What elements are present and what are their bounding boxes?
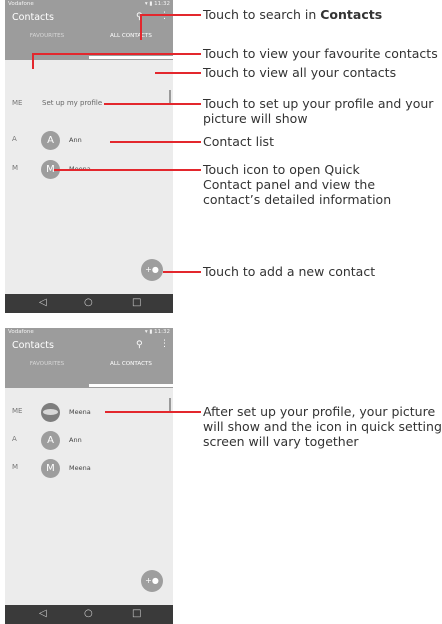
tab-all-contacts[interactable]: ALL CONTACTS: [89, 33, 173, 39]
add-contact-icon[interactable]: +●: [141, 570, 163, 592]
section-letter: M: [12, 164, 19, 172]
section-letter: ME: [12, 99, 23, 107]
nav-bar: ◁ ○ □: [5, 294, 173, 313]
avatar[interactable]: M: [41, 459, 60, 478]
home-icon[interactable]: ○: [84, 608, 93, 619]
more-icon[interactable]: ⋮: [160, 11, 169, 21]
search-icon[interactable]: ⚲: [136, 340, 143, 350]
callout-line-favourites-drop: [32, 53, 34, 69]
callout-line-add-contact: [163, 271, 201, 273]
annotation-profile-photo: After set up your profile, your picture w…: [203, 404, 442, 449]
contacts-screen-top: Vodafone ▾ ▮ 11:32 Contacts ⚲ ⋮ FAVOURIT…: [5, 0, 173, 313]
home-icon[interactable]: ○: [84, 297, 93, 308]
status-icons: ▾ ▮ 11:32: [144, 1, 170, 7]
callout-line-search: [140, 14, 201, 16]
more-icon[interactable]: ⋮: [160, 339, 169, 349]
avatar[interactable]: A: [41, 431, 60, 450]
callout-line-all-contacts: [155, 72, 201, 74]
section-letter: A: [12, 435, 17, 443]
back-icon[interactable]: ◁: [39, 297, 47, 308]
nav-bar: ◁ ○ □: [5, 605, 173, 624]
active-tab-indicator: [89, 384, 173, 387]
tab-all-contacts[interactable]: ALL CONTACTS: [89, 361, 173, 367]
app-title: Contacts: [12, 340, 54, 351]
recents-icon[interactable]: □: [132, 608, 141, 619]
contact-name: Meena: [69, 408, 91, 416]
status-time: 11:32: [154, 1, 170, 7]
contact-row[interactable]: M M Meena: [5, 456, 173, 482]
annotation-add-contact: Touch to add a new contact: [203, 264, 376, 279]
tab-favourites[interactable]: FAVOURITES: [5, 33, 89, 39]
carrier-label: Vodafone: [8, 329, 34, 335]
section-letter: M: [12, 463, 19, 471]
callout-line-profile-photo: [105, 411, 201, 413]
add-contact-icon[interactable]: +●: [141, 259, 163, 281]
callout-line-contact-list: [110, 141, 201, 143]
tab-favourites[interactable]: FAVOURITES: [5, 361, 89, 367]
back-icon[interactable]: ◁: [39, 608, 47, 619]
callout-line-quick-contact: [54, 169, 201, 171]
profile-row[interactable]: ME Set up my profile: [5, 92, 173, 118]
callout-line-profile: [104, 103, 201, 105]
callout-line-favourites: [32, 53, 201, 55]
carrier-label: Vodafone: [8, 1, 34, 7]
contacts-screen-bottom: Vodafone ▾ ▮ 11:32 Contacts ⚲ ⋮ FAVOURIT…: [5, 328, 173, 624]
active-tab-indicator: [89, 56, 173, 59]
contact-name: Ann: [69, 136, 82, 144]
contact-name: Meena: [69, 464, 91, 472]
callout-line-search-drop: [140, 14, 142, 40]
setup-profile-link[interactable]: Set up my profile: [42, 99, 102, 107]
contact-name: Ann: [69, 436, 82, 444]
status-bar: Vodafone ▾ ▮ 11:32: [5, 0, 173, 9]
profile-photo[interactable]: [41, 403, 60, 422]
status-icons: ▾ ▮ 11:32: [144, 329, 170, 335]
section-letter: A: [12, 135, 17, 143]
profile-row[interactable]: ME Meena: [5, 400, 173, 426]
recents-icon[interactable]: □: [132, 297, 141, 308]
annotation-search: Touch to search in Contacts: [203, 7, 383, 22]
contact-row[interactable]: A A Ann: [5, 428, 173, 454]
annotation-all-contacts: Touch to view all your contacts: [203, 65, 397, 80]
status-time: 11:32: [154, 329, 170, 335]
annotation-quick-contact: Touch icon to open Quick Contact panel an…: [203, 162, 392, 207]
annotation-profile: Touch to set up your profile and your pic…: [203, 96, 434, 126]
section-letter: ME: [12, 407, 23, 415]
app-bar: Vodafone ▾ ▮ 11:32 Contacts ⚲ ⋮ FAVOURIT…: [5, 328, 173, 388]
annotation-contact-list: Contact list: [203, 134, 274, 149]
avatar[interactable]: A: [41, 131, 60, 150]
status-bar: Vodafone ▾ ▮ 11:32: [5, 328, 173, 337]
annotation-favourites: Touch to view your favourite contacts: [203, 46, 438, 61]
app-title: Contacts: [12, 12, 54, 23]
app-bar: Vodafone ▾ ▮ 11:32 Contacts ⚲ ⋮ FAVOURIT…: [5, 0, 173, 60]
